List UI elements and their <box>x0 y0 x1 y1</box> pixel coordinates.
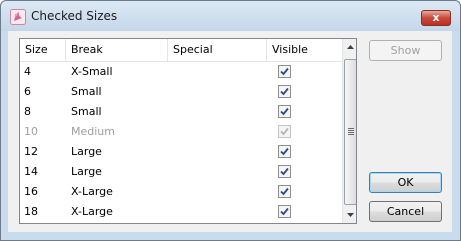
check-icon <box>280 107 289 116</box>
cell-size: 12 <box>24 145 38 158</box>
show-button[interactable]: Show <box>369 40 442 61</box>
table-row[interactable]: 6 Small <box>20 82 342 102</box>
check-icon <box>280 187 289 196</box>
cell-size: 16 <box>24 185 38 198</box>
column-header-size[interactable]: Size <box>20 39 66 61</box>
dialog-window: Checked Sizes x Size Break Special Visib… <box>0 0 461 241</box>
column-header-special[interactable]: Special <box>168 39 267 61</box>
sizes-table: Size Break Special Visible 4 X-Small 6 Smal… <box>19 38 357 224</box>
table-row[interactable]: 12 Large <box>20 142 342 162</box>
cell-size: 10 <box>24 125 38 138</box>
ok-button[interactable]: OK <box>369 172 442 193</box>
check-icon <box>280 67 289 76</box>
cell-break: Medium <box>71 125 115 138</box>
cell-break: Small <box>71 105 102 118</box>
cell-size: 14 <box>24 165 38 178</box>
close-button[interactable]: x <box>421 10 451 26</box>
visible-checkbox[interactable] <box>278 205 291 218</box>
cell-break: Large <box>71 165 102 178</box>
dialog-body: Size Break Special Visible 4 X-Small 6 Smal… <box>8 31 452 232</box>
cell-size: 18 <box>24 205 38 218</box>
check-icon <box>280 167 289 176</box>
table-header: Size Break Special Visible <box>20 39 342 62</box>
visible-checkbox <box>278 125 291 138</box>
table-row[interactable]: 10 Medium <box>20 122 342 142</box>
check-icon <box>280 147 289 156</box>
cell-break: Large <box>71 145 102 158</box>
table-row[interactable]: 8 Small <box>20 102 342 122</box>
check-icon <box>280 127 289 136</box>
check-icon <box>280 87 289 96</box>
visible-checkbox[interactable] <box>278 145 291 158</box>
app-icon <box>10 9 26 25</box>
cell-break: X-Large <box>71 205 113 218</box>
close-icon: x <box>432 11 440 24</box>
cancel-button[interactable]: Cancel <box>369 201 442 222</box>
visible-checkbox[interactable] <box>278 185 291 198</box>
cell-size: 4 <box>24 65 31 78</box>
scroll-down-arrow-icon[interactable] <box>343 207 357 223</box>
column-header-visible[interactable]: Visible <box>267 39 342 61</box>
cell-size: 6 <box>24 85 31 98</box>
vertical-scrollbar[interactable] <box>342 39 357 223</box>
table-row[interactable]: 14 Large <box>20 162 342 182</box>
cell-break: X-Small <box>71 65 113 78</box>
cell-break: Small <box>71 85 102 98</box>
table-row[interactable]: 4 X-Small <box>20 62 342 82</box>
column-header-break[interactable]: Break <box>66 39 168 61</box>
window-title: Checked Sizes <box>31 9 118 23</box>
scroll-up-arrow-icon[interactable] <box>343 39 357 55</box>
scrollbar-thumb[interactable] <box>344 59 356 205</box>
table-row[interactable]: 16 X-Large <box>20 182 342 202</box>
title-bar[interactable]: Checked Sizes x <box>1 1 460 31</box>
table-body: 4 X-Small 6 Small 8 Small 10 Medium 12 Large 14 Lar… <box>20 62 342 222</box>
visible-checkbox[interactable] <box>278 65 291 78</box>
table-row[interactable]: 18 X-Large <box>20 202 342 222</box>
visible-checkbox[interactable] <box>278 105 291 118</box>
cell-size: 8 <box>24 105 31 118</box>
check-icon <box>280 207 289 216</box>
visible-checkbox[interactable] <box>278 85 291 98</box>
cell-break: X-Large <box>71 185 113 198</box>
visible-checkbox[interactable] <box>278 165 291 178</box>
